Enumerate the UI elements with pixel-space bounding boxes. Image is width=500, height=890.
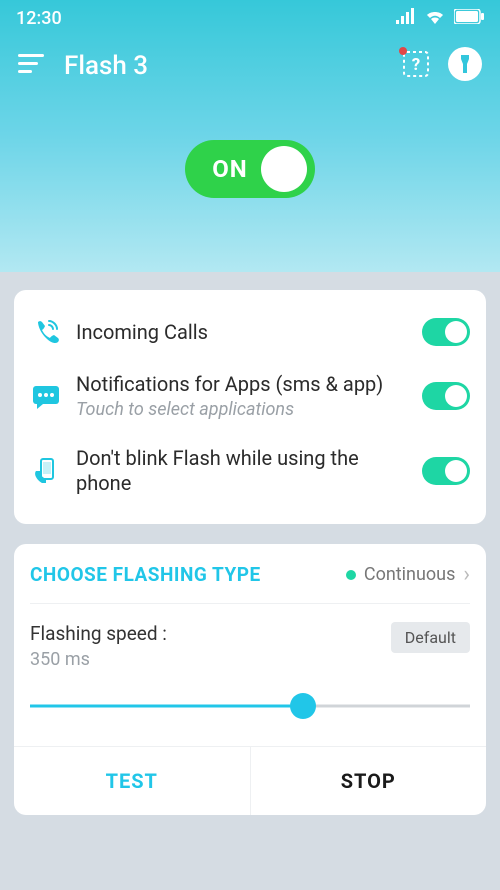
slider-thumb-icon	[290, 693, 316, 719]
flashing-type-header[interactable]: CHOOSE FLASHING TYPE Continuous ›	[30, 562, 470, 604]
option-no-blink-in-use[interactable]: Don't blink Flash while using the phone	[30, 436, 470, 506]
option-subtitle: Touch to select applications	[76, 399, 408, 420]
flashing-speed-row: Flashing speed : 350 ms Default	[30, 622, 470, 670]
option-label: Don't blink Flash while using the phone	[76, 446, 408, 496]
toggle-knob-icon	[261, 146, 307, 192]
flashing-type-label: Continuous	[364, 564, 456, 585]
option-label: Notifications for Apps (sms & app)	[76, 372, 408, 397]
section-title: CHOOSE FLASHING TYPE	[30, 563, 261, 586]
status-icons	[396, 8, 484, 29]
option-label: Incoming Calls	[76, 320, 408, 345]
option-incoming-calls[interactable]: Incoming Calls	[30, 308, 470, 356]
status-time: 12:30	[16, 8, 62, 29]
option-notifications[interactable]: Notifications for Apps (sms & app) Touch…	[30, 362, 470, 430]
phone-ring-icon	[30, 318, 62, 346]
wifi-icon	[424, 8, 446, 29]
flashlight-icon[interactable]	[448, 47, 482, 85]
app-header: 12:30 Flash 3 ? ON	[0, 0, 500, 272]
content-area: Incoming Calls Notifications for Apps (s…	[0, 272, 500, 815]
toggle-notifications[interactable]	[422, 382, 470, 410]
options-card: Incoming Calls Notifications for Apps (s…	[14, 290, 486, 524]
notification-dot-icon	[399, 47, 407, 55]
master-toggle-label: ON	[193, 155, 261, 183]
speed-value: 350 ms	[30, 649, 167, 670]
speed-slider[interactable]	[30, 694, 470, 718]
signal-icon	[396, 8, 416, 29]
test-button[interactable]: TEST	[14, 747, 251, 815]
slider-fill	[30, 705, 303, 708]
toggle-no-blink[interactable]	[422, 457, 470, 485]
chat-icon	[30, 383, 62, 409]
help-icon[interactable]: ?	[402, 50, 430, 82]
app-bar: Flash 3 ?	[0, 33, 500, 99]
master-toggle[interactable]: ON	[185, 140, 315, 198]
flashing-type-card: CHOOSE FLASHING TYPE Continuous › Flashi…	[14, 544, 486, 815]
svg-text:?: ?	[412, 55, 420, 75]
stop-button[interactable]: STOP	[251, 747, 487, 815]
status-bar: 12:30	[0, 0, 500, 33]
app-title: Flash 3	[64, 51, 402, 81]
chevron-right-icon: ›	[463, 562, 470, 587]
flashing-type-value: Continuous ›	[346, 562, 470, 587]
battery-icon	[454, 8, 484, 29]
phone-hand-icon	[30, 457, 62, 485]
status-dot-icon	[346, 570, 356, 580]
action-buttons: TEST STOP	[14, 746, 486, 815]
toggle-incoming-calls[interactable]	[422, 318, 470, 346]
default-button[interactable]: Default	[391, 622, 470, 653]
speed-label: Flashing speed :	[30, 622, 167, 645]
menu-icon[interactable]	[18, 54, 44, 78]
